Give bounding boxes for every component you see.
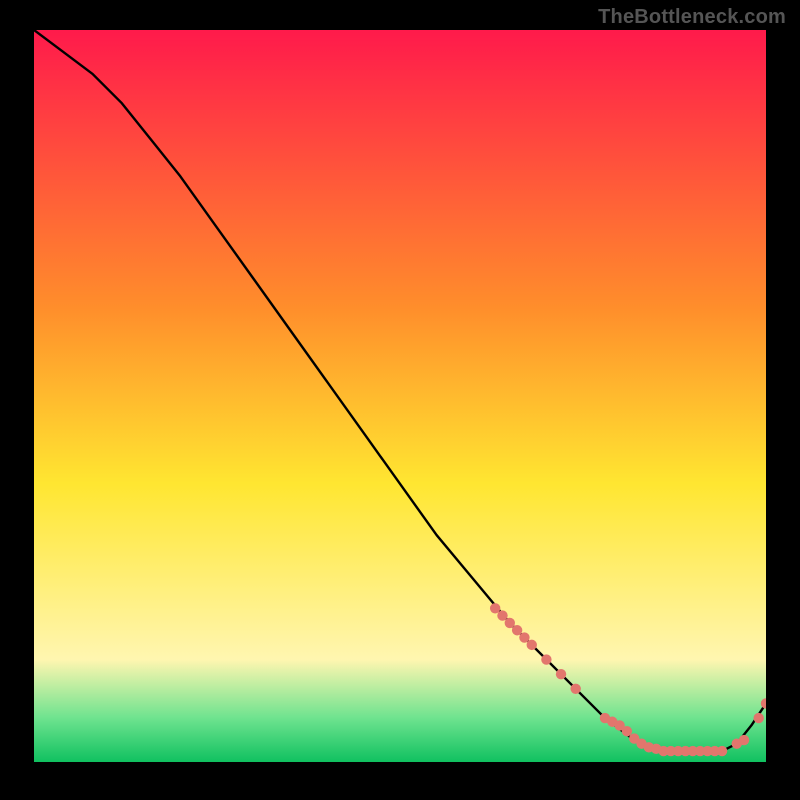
data-point (622, 726, 632, 736)
data-point (527, 640, 537, 650)
data-point (490, 603, 500, 613)
data-point (739, 735, 749, 745)
gradient-background (34, 30, 766, 762)
data-point (753, 713, 763, 723)
data-point (519, 632, 529, 642)
figure-container: TheBottleneck.com (0, 0, 800, 800)
plot-area (34, 30, 766, 762)
data-point (717, 746, 727, 756)
data-point (505, 618, 515, 628)
bottleneck-chart (34, 30, 766, 762)
data-point (541, 654, 551, 664)
data-point (556, 669, 566, 679)
data-point (570, 684, 580, 694)
data-point (497, 610, 507, 620)
watermark-text: TheBottleneck.com (598, 6, 786, 29)
data-point (512, 625, 522, 635)
